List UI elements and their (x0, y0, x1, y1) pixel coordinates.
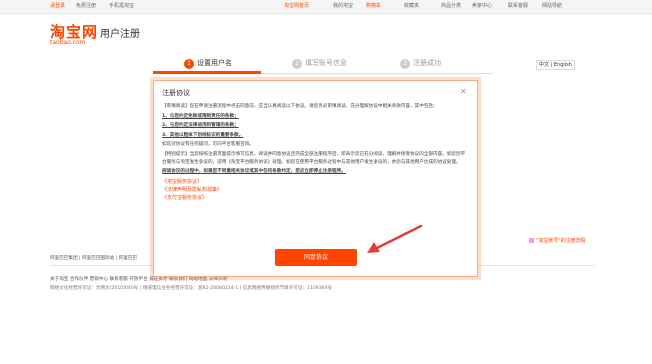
language-switch[interactable]: 中文 | English (536, 60, 575, 70)
agreement-item: 1、与您约定免除或限制责任的条款； (162, 113, 239, 119)
agree-button[interactable]: 同意协议 (275, 249, 357, 266)
step-number: 1 (184, 59, 194, 69)
agreement-paragraph: 如您对协议有任何疑问，可向平台客服咨询。 (162, 142, 254, 147)
legal-privacy-link[interactable]: 《法律声明及隐私权政策》 (162, 186, 469, 194)
sitemap-link[interactable]: 网站导航 (542, 2, 562, 10)
dialog-title: 注册协议 (162, 89, 190, 97)
home-link[interactable]: 淘宝网首页 (284, 2, 309, 10)
step-success: 3 注册成功 (400, 58, 441, 69)
agreement-paragraph: 【审慎阅读】您在申请注册流程中点击同意前，应当认真阅读以下协议。请您务必审慎阅读… (162, 104, 438, 109)
top-bar: 请登录 免费注册 手机逛淘宝 淘宝网首页 我的淘宝 购物车 收藏夹 商品分类 卖… (0, 0, 652, 14)
categories-link[interactable]: 商品分类 (441, 2, 461, 10)
help-icon (529, 238, 534, 243)
side-note-text: "淘宝账号"的注册流程 (536, 238, 586, 244)
step-label: 注册成功 (413, 59, 441, 67)
agreement-text[interactable]: 【审慎阅读】您在申请注册流程中点击同意前，应当认真阅读以下协议。请您务必审慎阅读… (162, 103, 469, 231)
register-link[interactable]: 免费注册 (76, 2, 96, 10)
step-label: 设置用户名 (197, 59, 232, 67)
taobao-logo[interactable]: 淘宝网 (50, 24, 98, 40)
my-taobao-link[interactable]: 我的淘宝 (333, 2, 353, 10)
service-link[interactable]: 联系客服 (508, 2, 528, 10)
agreement-item: 3、其他以粗体下划线标识的重要条款。 (162, 132, 244, 138)
taobao-logo-domain: taobao.com (50, 39, 86, 46)
arrow-annotation-icon (367, 224, 423, 253)
footer-license: 网络文化经营许可证：文网文[2010]040号 | 增值电信业务经营许可证：浙B… (50, 286, 333, 291)
seller-center-link[interactable]: 卖家中心 (472, 2, 492, 10)
footer-group-links[interactable]: 阿里巴巴集团 | 阿里巴巴国际站 | 阿里巴巴 (50, 255, 160, 262)
step-number: 3 (400, 59, 410, 69)
agreement-paragraph: 阅读协议的过程中，如果您不同意相关协议或其中任何条款约定，您应立即停止注册程序。 (162, 169, 346, 174)
taobao-service-agreement-link[interactable]: 《淘宝服务协议》 (162, 178, 469, 186)
registration-agreement-dialog: 注册协议 ✕ 【审慎阅读】您在申请注册流程中点击同意前，应当认真阅读以下协议。请… (153, 80, 478, 277)
step-set-username: 1 设置用户名 (184, 58, 232, 69)
mobile-link[interactable]: 手机逛淘宝 (109, 2, 134, 10)
favorites-link[interactable]: 收藏夹 (404, 2, 419, 10)
close-icon[interactable]: ✕ (460, 87, 467, 96)
login-link[interactable]: 请登录 (50, 2, 65, 10)
page-title: 用户注册 (100, 29, 140, 40)
cart-link[interactable]: 购物车 (366, 2, 381, 10)
step-number: 2 (292, 59, 302, 69)
agreement-item: 2、与您约定法律适用和管辖的条款； (162, 123, 239, 128)
step-label: 填写账号信息 (305, 59, 347, 67)
footer-nav[interactable]: 关于淘宝 合作伙伴 营销中心 联系客服 开放平台 诚征英才 联系我们 网站地图 … (50, 276, 227, 283)
alipay-agreement-link[interactable]: 《支付宝服务协议》 (162, 194, 469, 202)
registration-process-link[interactable]: "淘宝账号"的注册流程 (529, 238, 586, 245)
step-account-info: 2 填写账号信息 (292, 58, 347, 69)
active-step-indicator (153, 71, 261, 74)
agreement-paragraph: 【特别提示】当您按照注册页面提示填写信息、阅读并同意协议且完成全部注册程序后，即… (162, 151, 466, 165)
